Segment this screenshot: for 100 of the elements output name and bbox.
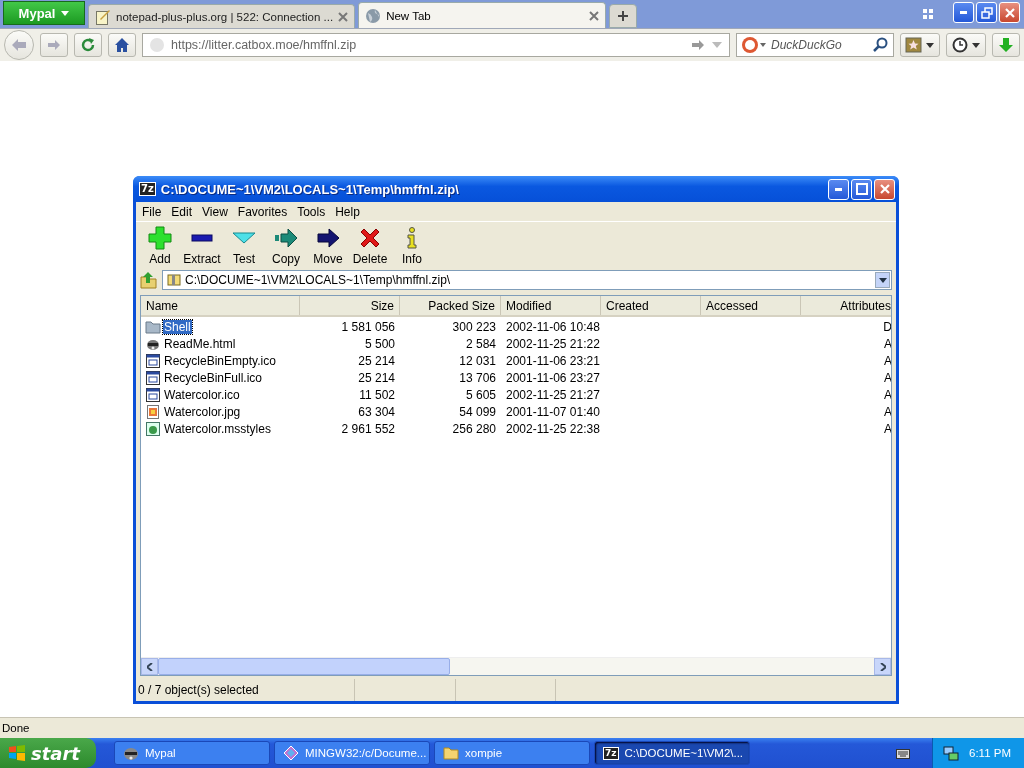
- home-button[interactable]: [108, 33, 136, 57]
- table-cell-text: A: [883, 336, 891, 351]
- maximize-button[interactable]: [851, 178, 872, 200]
- table-cell-text: 63 304: [357, 404, 396, 419]
- table-cell-text: A: [883, 353, 891, 368]
- file-name[interactable]: Watercolor.jpg: [163, 404, 242, 419]
- folder-icon: [145, 319, 161, 334]
- bookmarks-button[interactable]: [900, 33, 940, 57]
- grid-icon[interactable]: [922, 8, 934, 20]
- table-cell-text: 2 584: [464, 336, 497, 351]
- window-title: C:\DOCUME~1\VM2\LOCALS~1\Temp\hmffnl.zip\: [160, 181, 460, 197]
- history-button[interactable]: [946, 33, 986, 57]
- menu-item[interactable]: File: [138, 204, 168, 219]
- theme-file-icon: [145, 421, 161, 436]
- up-folder-icon[interactable]: [140, 271, 158, 289]
- column-header[interactable]: Size: [300, 296, 400, 315]
- search-icon[interactable]: [873, 37, 889, 53]
- download-button[interactable]: [992, 33, 1020, 57]
- app-icon: 7z: [603, 746, 619, 760]
- table-cell-text: 2 961 552: [340, 421, 396, 436]
- horizontal-scrollbar[interactable]: [141, 657, 891, 675]
- raccoon-icon: [123, 745, 139, 761]
- table-cell-text: 11 502: [358, 387, 396, 402]
- menu-item[interactable]: Edit: [167, 204, 199, 219]
- column-header[interactable]: Name: [141, 296, 300, 315]
- table-cell-text: 54 099: [458, 404, 497, 419]
- table-cell-text: 25 214: [357, 370, 396, 385]
- column-header[interactable]: Modified: [501, 296, 601, 315]
- close-icon: [1003, 6, 1016, 19]
- image-file-icon: [145, 404, 161, 419]
- toolbar-button[interactable]: Delete: [350, 224, 390, 266]
- table-cell-text: 2001-11-07 01:40: [505, 404, 601, 419]
- browser-tab[interactable]: New Tab: [358, 2, 607, 28]
- arrow-icon: [274, 226, 298, 250]
- close-button[interactable]: [874, 178, 895, 200]
- toolbar-button[interactable]: Info: [392, 224, 432, 266]
- notepad-icon: [95, 8, 111, 25]
- maximize-icon: [855, 183, 868, 195]
- column-header[interactable]: Created: [601, 296, 701, 315]
- column-header[interactable]: Attributes: [801, 296, 891, 315]
- column-header[interactable]: Accessed: [701, 296, 801, 315]
- dropdown-button[interactable]: [875, 272, 890, 288]
- taskbar-button[interactable]: Mypal: [114, 741, 270, 765]
- home-icon: [115, 38, 129, 52]
- minimize-icon: [835, 187, 842, 191]
- toolbar-button[interactable]: Add: [140, 224, 180, 266]
- globe-icon: [149, 37, 165, 53]
- column-header[interactable]: Packed Size: [400, 296, 501, 315]
- zip-folder-icon: [167, 273, 181, 287]
- file-name[interactable]: RecycleBinFull.ico: [163, 370, 264, 385]
- table-cell-text: A: [883, 421, 891, 436]
- minimize-button[interactable]: [953, 2, 974, 23]
- menu-item[interactable]: Help: [331, 204, 366, 219]
- file-name[interactable]: ReadMe.html: [163, 336, 237, 351]
- new-tab-button[interactable]: [609, 4, 638, 28]
- clock-icon: [951, 37, 981, 53]
- table-cell-text: A: [883, 370, 891, 385]
- icon-file-icon: [145, 370, 161, 385]
- reload-button[interactable]: [74, 33, 102, 57]
- minimize-icon: [960, 11, 967, 14]
- address-field[interactable]: https://litter.catbox.moe/hmffnl.zip: [142, 33, 730, 57]
- browser-tab[interactable]: notepad-plus-plus.org | 522: Connection ...: [88, 4, 356, 28]
- toolbar-button[interactable]: Copy: [266, 224, 306, 266]
- file-name[interactable]: Watercolor.msstyles: [163, 421, 272, 436]
- file-name[interactable]: Watercolor.ico: [163, 387, 241, 402]
- toolbar-button[interactable]: Extract: [182, 224, 222, 266]
- taskbar-button[interactable]: MINGW32:/c/Docume...: [274, 741, 430, 765]
- file-name[interactable]: RecycleBinEmpty.ico: [163, 353, 277, 368]
- minimize-button[interactable]: [828, 178, 849, 200]
- table-cell-text: 12 031: [458, 353, 497, 368]
- file-name[interactable]: Shell: [163, 319, 192, 334]
- toolbar-button[interactable]: Test: [224, 224, 264, 266]
- restore-icon: [980, 6, 993, 19]
- back-arrow-icon: [12, 39, 26, 51]
- close-icon[interactable]: [338, 11, 349, 22]
- menu-item[interactable]: View: [198, 204, 234, 219]
- network-icon[interactable]: [943, 745, 959, 761]
- caret-icon: [61, 10, 70, 16]
- go-arrow-icon[interactable]: [691, 39, 705, 51]
- taskbar-button[interactable]: xompie: [434, 741, 590, 765]
- table-cell-text: 5 500: [363, 336, 396, 351]
- table-cell-text: 2002-11-25 21:22: [505, 336, 601, 351]
- taskbar-button[interactable]: 7z C:\DOCUME~1\VM2\...: [594, 741, 750, 765]
- app-icon: 7z: [139, 182, 156, 196]
- path-field[interactable]: C:\DOCUME~1\VM2\LOCALS~1\Temp\hmffnl.zip\: [162, 270, 892, 290]
- close-button[interactable]: [999, 2, 1020, 23]
- restore-button[interactable]: [976, 2, 997, 23]
- start-button[interactable]: start: [0, 738, 96, 768]
- close-icon: [878, 183, 891, 195]
- close-icon[interactable]: [589, 10, 600, 21]
- caret-icon: [878, 277, 887, 283]
- menu-item[interactable]: Favorites: [233, 204, 294, 219]
- search-field[interactable]: DuckDuckGo: [736, 33, 894, 57]
- icon-file-icon: [145, 353, 161, 368]
- toolbar-button[interactable]: Move: [308, 224, 348, 266]
- keyboard-icon[interactable]: [896, 747, 910, 759]
- clock: 6:11 PM: [969, 747, 1011, 759]
- table-cell-text: D: [882, 319, 891, 334]
- menu-item[interactable]: Tools: [293, 204, 332, 219]
- table-cell-text: 1 581 056: [340, 319, 396, 334]
